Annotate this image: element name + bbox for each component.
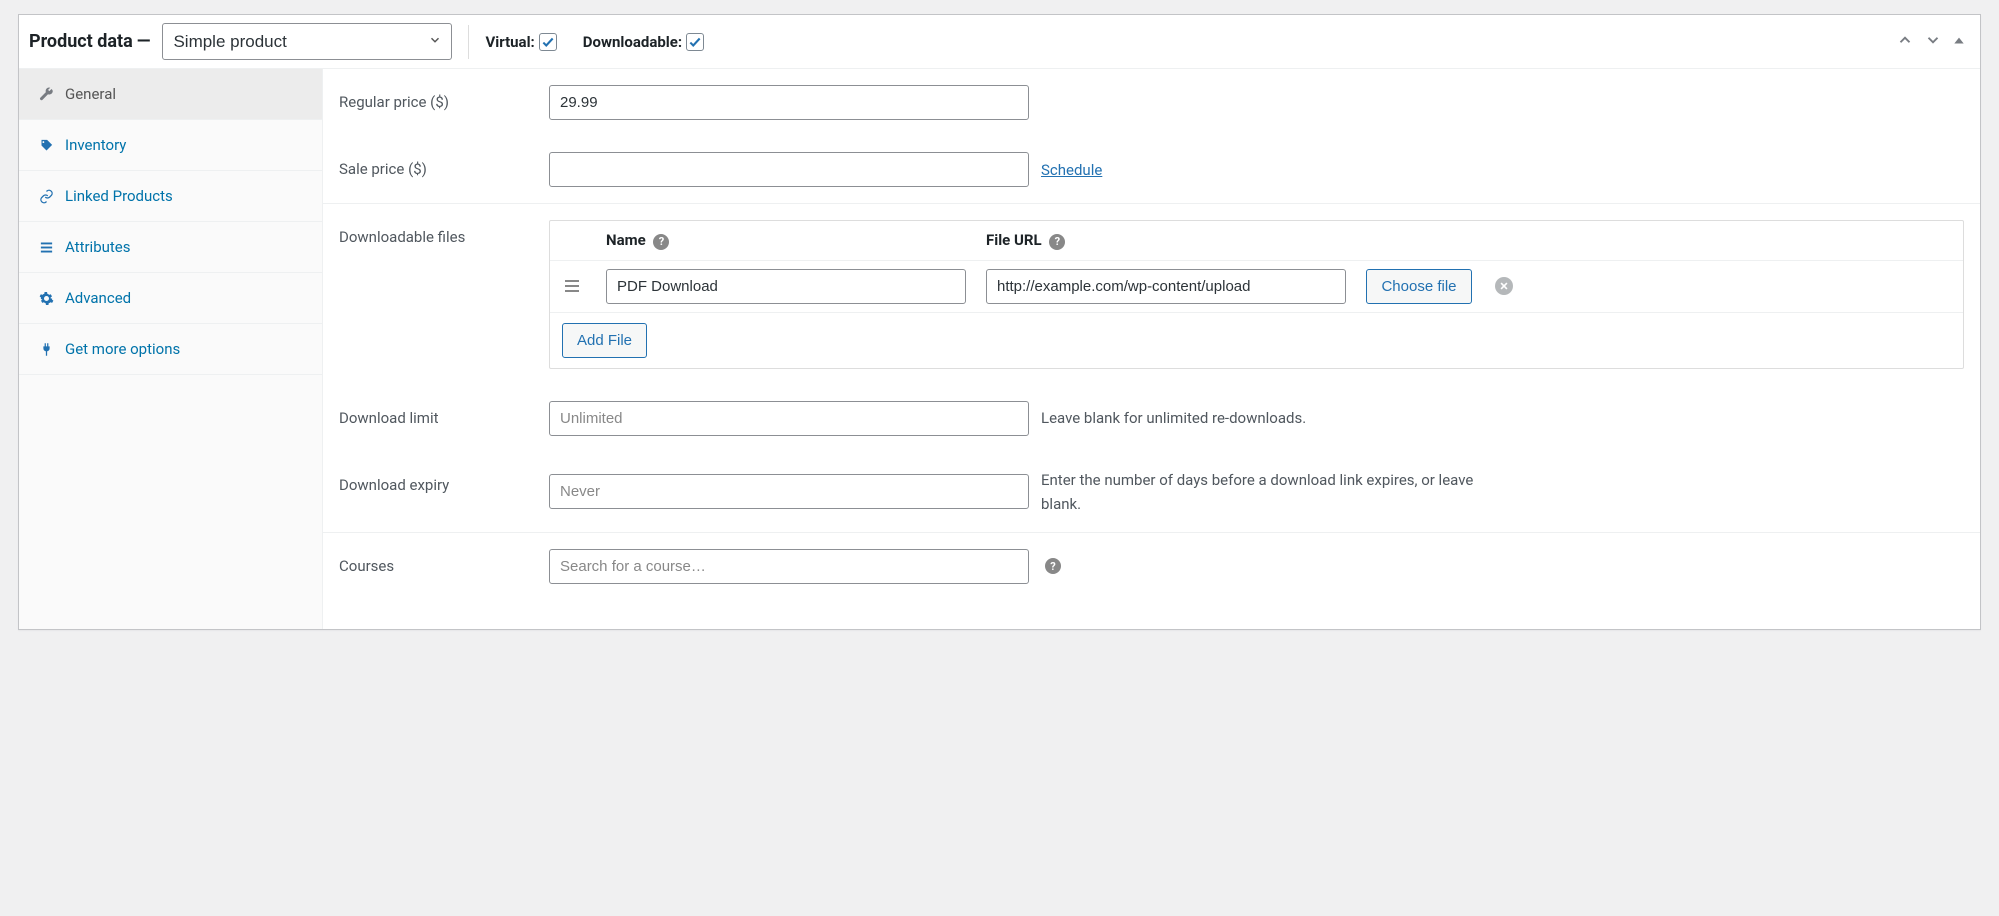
sale-price-label: Sale price ($) [339,152,549,178]
panel-body: General Inventory Linked Products [19,69,1980,629]
courses-search-input[interactable] [549,549,1029,584]
download-limit-input[interactable] [549,401,1029,436]
header-divider [468,25,469,59]
file-name-input[interactable] [606,269,966,304]
gear-icon [37,291,55,306]
schedule-link[interactable]: Schedule [1041,161,1102,179]
virtual-label: Virtual: [485,33,534,51]
help-icon[interactable]: ? [1045,558,1061,574]
choose-file-button[interactable]: Choose file [1366,269,1471,304]
delete-file-icon[interactable] [1495,277,1513,295]
download-expiry-hint: Enter the number of days before a downlo… [1041,468,1511,516]
download-limit-hint: Leave blank for unlimited re-downloads. [1041,406,1306,430]
tab-label: General [65,85,116,103]
files-table-footer: Add File [550,313,1963,368]
row-download-expiry: Download expiry Enter the number of days… [323,452,1980,532]
row-sale-price: Sale price ($) Schedule [323,136,1980,203]
wrench-icon [37,87,55,102]
tab-advanced[interactable]: Advanced [19,273,322,324]
downloadable-files-table: Name ? File URL ? [549,220,1964,369]
link-icon [37,189,55,204]
general-tab-content: Regular price ($) Sale price ($) Schedul… [323,69,1980,629]
panel-title-dash: — [137,31,151,52]
panel-header-controls [1894,29,1968,55]
file-url-input[interactable] [986,269,1346,304]
tab-label: Inventory [65,136,126,154]
download-limit-label: Download limit [339,401,549,427]
downloadable-checkbox[interactable] [686,33,704,51]
product-type-select-wrap: Simple product [162,23,452,60]
plug-icon [37,342,55,357]
panel-move-down-icon[interactable] [1922,29,1944,55]
row-download-limit: Download limit Leave blank for unlimited… [323,385,1980,452]
product-data-tabs: General Inventory Linked Products [19,69,323,629]
virtual-checkbox[interactable] [539,33,557,51]
help-icon[interactable]: ? [1049,234,1065,250]
tab-get-more-options[interactable]: Get more options [19,324,322,375]
downloadable-files-label: Downloadable files [339,220,549,246]
regular-price-input[interactable] [549,85,1029,120]
tab-label: Linked Products [65,187,173,205]
add-file-button[interactable]: Add File [562,323,647,358]
virtual-wrapper: Virtual: [485,33,556,51]
panel-move-up-icon[interactable] [1894,29,1916,55]
row-courses: Courses ? [323,533,1980,600]
tag-icon [37,138,55,153]
tab-general[interactable]: General [19,69,322,120]
help-icon[interactable]: ? [653,234,669,250]
tab-inventory[interactable]: Inventory [19,120,322,171]
panel-title: Product data [29,31,133,52]
courses-label: Courses [339,549,549,575]
downloadable-wrapper: Downloadable: [583,33,704,51]
file-row: Choose file [550,261,1963,313]
tab-label: Advanced [65,289,131,307]
tab-linked-products[interactable]: Linked Products [19,171,322,222]
list-icon [37,240,55,255]
tab-attributes[interactable]: Attributes [19,222,322,273]
downloadable-label: Downloadable: [583,33,682,51]
download-expiry-input[interactable] [549,474,1029,509]
regular-price-label: Regular price ($) [339,85,549,111]
sale-price-input[interactable] [549,152,1029,187]
row-downloadable-files: Downloadable files Name ? File URL [323,204,1980,385]
row-regular-price: Regular price ($) [323,69,1980,136]
files-table-header: Name ? File URL ? [550,221,1963,261]
download-expiry-label: Download expiry [339,468,549,494]
panel-header: Product data — Simple product Virtual: D… [19,15,1980,69]
tab-label: Attributes [65,238,131,256]
product-data-panel: Product data — Simple product Virtual: D… [18,14,1981,630]
panel-collapse-icon[interactable] [1950,31,1968,53]
files-header-url: File URL [986,231,1042,249]
files-header-name: Name [606,231,646,249]
drag-handle-icon[interactable] [565,280,579,292]
product-type-select[interactable]: Simple product [162,23,452,60]
tab-label: Get more options [65,340,180,358]
